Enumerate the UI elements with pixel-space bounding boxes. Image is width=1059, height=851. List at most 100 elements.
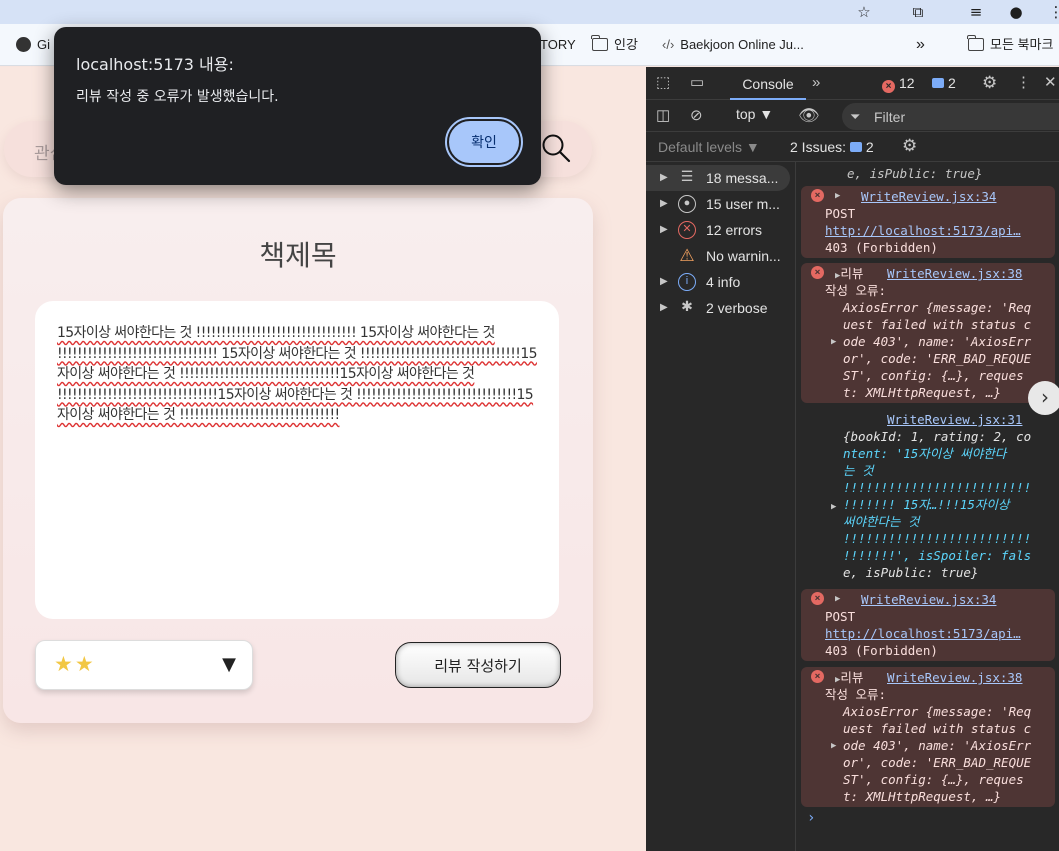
context-select[interactable]: top ▼ xyxy=(736,106,773,122)
review-textarea[interactable]: 15자이상 써야한다는 것 !!!!!!!!!!!!!!!!!!!!!!!!!!… xyxy=(35,301,559,619)
tab-console[interactable]: Console xyxy=(730,67,806,100)
expand-arrow-icon[interactable]: ▶ xyxy=(831,738,836,755)
source-link[interactable]: WriteReview.jsx:34 xyxy=(861,591,996,608)
user-icon: ● xyxy=(678,195,696,213)
filter-input[interactable]: ⏷ Filter xyxy=(842,103,1059,130)
log-label: 작성 오류: xyxy=(825,687,887,702)
source-link[interactable]: WriteReview.jsx:38 xyxy=(887,669,1022,686)
dialog-message: 리뷰 작성 중 오류가 발생했습니다. xyxy=(76,89,279,105)
request-url[interactable]: http://localhost:5173/api… xyxy=(825,222,1021,239)
console-log: e, isPublic: true} × ▶ WriteReview.jsx:3… xyxy=(797,162,1059,851)
dialog-title: localhost:5173 내용: xyxy=(76,55,234,74)
search-icon[interactable] xyxy=(541,133,571,163)
expand-arrow-icon: ▶ xyxy=(660,172,668,183)
sidebar-item-verbose[interactable]: ▶ ✱ 2 verbose xyxy=(646,295,796,321)
log-entry-error[interactable]: × ▶ WriteReview.jsx:34 POST http://local… xyxy=(801,589,1055,661)
expand-arrow-icon[interactable]: ▶ xyxy=(835,188,840,205)
devtools-tabbar: ⬚ ▭ Console » × 12 2 ⚙ ⋮ ✕ xyxy=(646,67,1059,100)
bookmark-github[interactable]: Gi xyxy=(16,24,50,66)
chevron-right-icon: › xyxy=(1041,385,1049,409)
sidebar-item-warnings[interactable]: ⚠ No warnin... xyxy=(646,243,796,269)
profile-avatar-icon[interactable]: ● xyxy=(1006,2,1026,22)
scroll-right-button[interactable]: › xyxy=(1028,381,1059,415)
log-levels-select[interactable]: Default levels ▼ xyxy=(650,135,770,159)
extensions-icon[interactable]: ⧉ xyxy=(908,2,928,22)
sidebar-item-user-messages[interactable]: ▶ ● 15 user m... xyxy=(646,191,796,217)
bookmark-all[interactable]: 모든 북마크 xyxy=(967,24,1053,66)
console-levels-bar: Default levels ▼ 2 Issues: 2 ⚙ xyxy=(646,132,1059,162)
dropdown-arrow-icon: ▼ xyxy=(222,654,236,675)
log-object-line: ode 403', name: 'AxiosErr xyxy=(843,738,1032,753)
log-method: POST xyxy=(825,206,856,221)
sidebar-item-info[interactable]: ▶ i 4 info xyxy=(646,269,796,295)
source-link[interactable]: WriteReview.jsx:38 xyxy=(887,265,1022,282)
device-toggle-icon[interactable]: ▭ xyxy=(690,73,704,93)
log-entry-error[interactable]: × ▶ WriteReview.jsx:34 POST http://local… xyxy=(801,186,1055,258)
browser-menu-icon[interactable]: ⋮ xyxy=(1046,2,1059,22)
source-link[interactable]: WriteReview.jsx:34 xyxy=(861,188,996,205)
more-tabs-icon[interactable]: » xyxy=(812,73,820,93)
log-object-line: ode 403', name: 'AxiosErr xyxy=(843,334,1032,349)
console-prompt[interactable]: › xyxy=(807,810,815,827)
expand-arrow-icon[interactable]: ▶ xyxy=(831,499,836,516)
live-expression-eye-icon[interactable]: 👁 xyxy=(798,106,820,126)
info-icon: i xyxy=(678,273,696,291)
error-icon: × xyxy=(811,592,824,605)
sidebar-toggle-icon[interactable]: ◫ xyxy=(656,106,670,126)
message-icon xyxy=(932,78,944,88)
review-content[interactable]: 15자이상 써야한다는 것 !!!!!!!!!!!!!!!!!!!!!!!!!!… xyxy=(57,323,541,426)
close-icon[interactable]: ✕ xyxy=(1044,73,1057,93)
log-object-line: {bookId: 1, rating: 2, co xyxy=(843,429,1032,444)
review-card: 책제목 15자이상 써야한다는 것 !!!!!!!!!!!!!!!!!!!!!!… xyxy=(3,198,593,723)
more-options-icon[interactable]: ⋮ xyxy=(1016,73,1031,93)
expand-arrow-icon: ▶ xyxy=(660,302,668,313)
log-label: 작성 오류: xyxy=(825,283,887,298)
source-link[interactable]: WriteReview.jsx:31 xyxy=(887,411,1022,428)
media-control-icon[interactable]: ≡ xyxy=(966,2,986,22)
sidebar-item-messages[interactable]: ▶ ☰ 18 messa... xyxy=(646,165,790,191)
log-fragment: e, isPublic: true} xyxy=(847,166,983,181)
log-entry-error[interactable]: × ▶리뷰 WriteReview.jsx:38 작성 오류: ▶ AxiosE… xyxy=(801,263,1055,403)
console-settings-gear-icon[interactable]: ⚙ xyxy=(902,136,917,156)
sidebar-item-errors[interactable]: ▶ ✕ 12 errors xyxy=(646,217,796,243)
bookmark-tory[interactable]: TORY xyxy=(540,24,576,66)
expand-arrow-icon[interactable]: ▶ xyxy=(831,334,836,351)
log-object-line: or', code: 'ERR_BAD_REQUE xyxy=(843,351,1032,366)
error-counter[interactable]: × 12 xyxy=(882,75,915,93)
log-object-line: 는 것 xyxy=(843,463,874,478)
inspect-element-icon[interactable]: ⬚ xyxy=(656,73,670,93)
console-sidebar: ▶ ☰ 18 messa... ▶ ● 15 user m... ▶ ✕ 12 … xyxy=(646,162,796,851)
log-object-line: AxiosError {message: 'Req xyxy=(843,704,1032,719)
error-icon: × xyxy=(882,80,895,93)
alert-dialog: localhost:5173 내용: 리뷰 작성 중 오류가 발생했습니다. 확… xyxy=(54,27,541,185)
issues-icon xyxy=(849,142,862,152)
log-entry-error[interactable]: × ▶리뷰 WriteReview.jsx:38 작성 오류: ▶ AxiosE… xyxy=(801,667,1055,807)
bookmark-star-icon[interactable]: ☆ xyxy=(854,2,874,22)
settings-gear-icon[interactable]: ⚙ xyxy=(982,73,997,93)
book-title: 책제목 xyxy=(259,239,337,272)
log-method: POST xyxy=(825,609,856,624)
log-object-line: or', code: 'ERR_BAD_REQUE xyxy=(843,755,1032,770)
bookmark-lectures[interactable]: 인강 xyxy=(591,24,638,66)
log-entry-info[interactable]: WriteReview.jsx:31 ▶ {bookId: 1, rating:… xyxy=(801,409,1055,581)
expand-arrow-icon[interactable]: ▶ xyxy=(835,591,840,608)
issues-counter[interactable]: 2 Issues: 2 xyxy=(790,139,874,155)
clear-console-icon[interactable]: ⊘ xyxy=(690,106,703,126)
bookmark-baekjoon[interactable]: ‹/› Baekjoon Online Ju... xyxy=(662,24,804,66)
error-icon: × xyxy=(811,266,824,279)
rating-select[interactable]: ★★ ▼ xyxy=(35,640,253,690)
expand-arrow-icon: ▶ xyxy=(660,198,668,209)
error-icon: ✕ xyxy=(678,221,696,239)
folder-icon xyxy=(591,35,608,51)
message-counter[interactable]: 2 xyxy=(932,75,956,91)
folder-icon xyxy=(967,35,984,51)
submit-review-button[interactable]: 리뷰 작성하기 xyxy=(395,642,561,688)
log-object-line: ST', config: {…}, reques xyxy=(843,772,1024,787)
bookmarks-more-button[interactable]: » xyxy=(916,24,925,66)
dialog-ok-button[interactable]: 확인 xyxy=(445,117,523,167)
github-icon xyxy=(16,37,31,52)
log-object-line: ntent: '15자이상 써야한다 xyxy=(843,446,1007,461)
request-url[interactable]: http://localhost:5173/api… xyxy=(825,625,1021,642)
log-object-line: t: XMLHttpRequest, …} xyxy=(843,789,1002,804)
filter-icon: ⏷ xyxy=(850,109,861,124)
